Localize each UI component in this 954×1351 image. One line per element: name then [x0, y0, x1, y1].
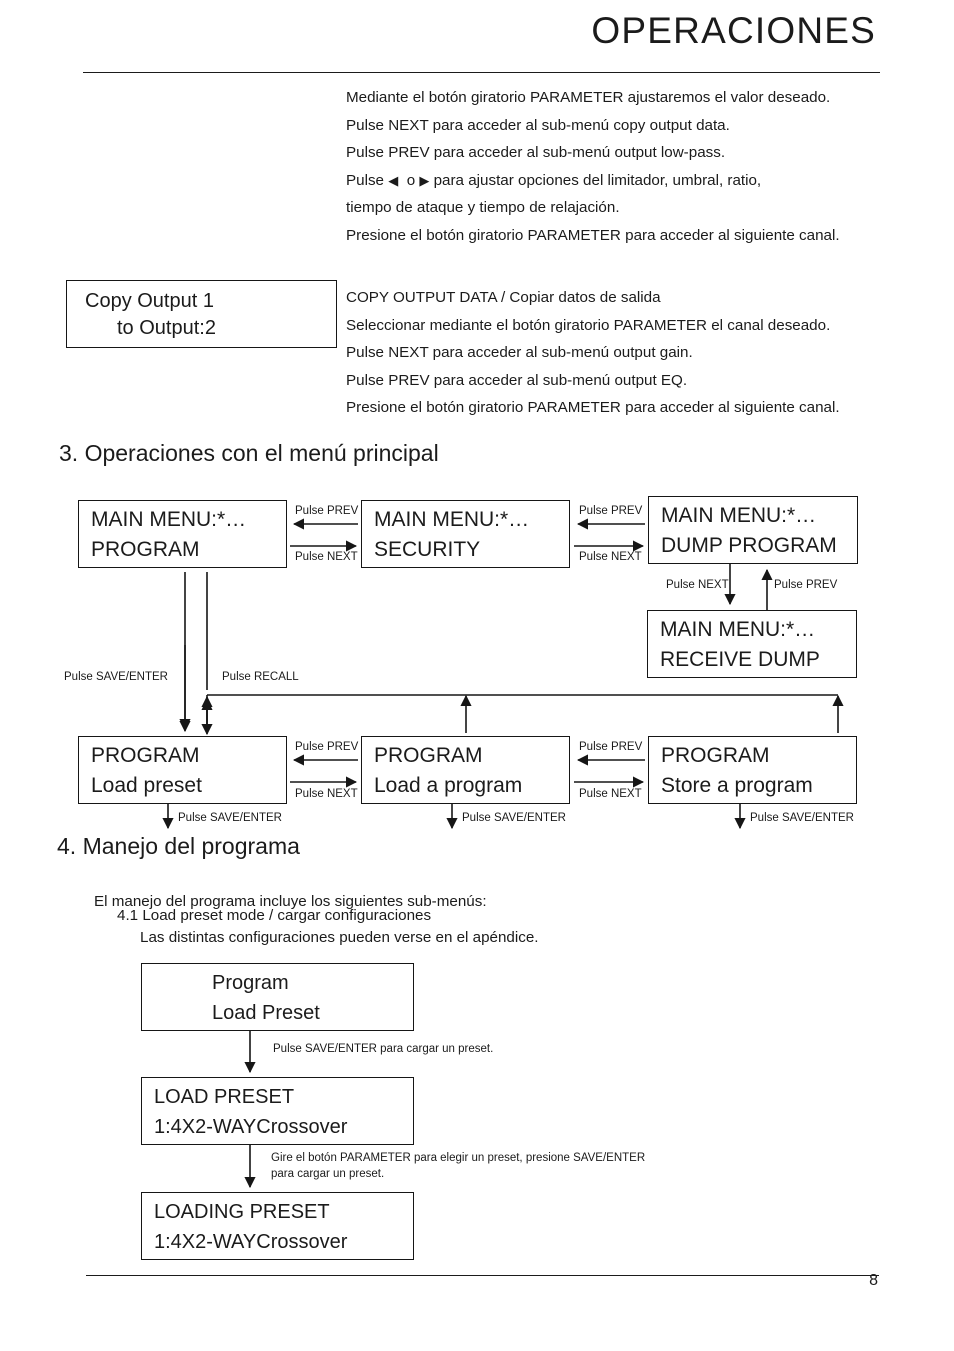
- lcd-line-2: SECURITY: [374, 538, 481, 561]
- connector-label-recall: Pulse RECALL: [222, 671, 299, 683]
- lcd-line-2: Store a program: [661, 774, 813, 797]
- intro-line-6: Presione el botón giratorio PARAMETER pa…: [346, 226, 840, 244]
- connector-label-load-step-2-line-2: para cargar un preset.: [271, 1168, 385, 1180]
- lcd-line-1: MAIN MENU:*…: [661, 504, 817, 527]
- intro-paragraph: Mediante el botón giratorio PARAMETER aj…: [346, 84, 840, 249]
- connector-label-next-1: Pulse NEXT: [295, 551, 358, 563]
- lcd-line-2: Load preset: [91, 774, 202, 797]
- lcd-line-2: RECEIVE DUMP: [660, 648, 820, 671]
- connector-label-prev-1: Pulse PREV: [295, 505, 359, 517]
- lcd-line-2: 1:4X2-WAYCrossover: [154, 1116, 348, 1138]
- document-page: OPERACIONES Mediante el botón giratorio …: [0, 0, 954, 1351]
- connector-label-prev-dump: Pulse PREV: [774, 579, 838, 591]
- section-4-heading: 4. Manejo del programa: [57, 833, 300, 859]
- lcd-box-program-load-preset: PROGRAM Load preset: [78, 736, 287, 804]
- connector-label-load-step-2-line-1: Gire el botón PARAMETER para elegir un p…: [271, 1152, 646, 1164]
- lcd-line-1: Program: [212, 972, 289, 994]
- lcd-line-1: PROGRAM: [91, 744, 200, 767]
- connector-label-load-step-1: Pulse SAVE/ENTER para cargar un preset.: [273, 1043, 494, 1055]
- lcd-line-1: PROGRAM: [661, 744, 770, 767]
- copy-output-text-2: Seleccionar mediante el botón giratorio …: [346, 316, 831, 334]
- page-title: OPERACIONES: [591, 10, 876, 51]
- lcd-line-2: Load Preset: [212, 1002, 320, 1024]
- right-arrow-icon: ▶: [419, 172, 430, 188]
- intro-line-2: Pulse NEXT para acceder al sub-menú copy…: [346, 116, 730, 134]
- lcd-box-load-preset: LOAD PRESET 1:4X2-WAYCrossover: [141, 1077, 414, 1145]
- lcd-line-1: LOAD PRESET: [154, 1086, 295, 1108]
- footer-divider: [86, 1275, 879, 1276]
- intro-line-4-or: o: [406, 171, 416, 189]
- connector-label-prev-2: Pulse PREV: [579, 505, 643, 517]
- section-4-1-text: Las distintas configuraciones pueden ver…: [140, 929, 539, 946]
- connector-label-save-enter-1: Pulse SAVE/ENTER: [178, 812, 282, 824]
- copy-output-line-2: to Output:2: [117, 317, 216, 339]
- connector-label-next-4: Pulse NEXT: [579, 788, 642, 800]
- intro-line-1: Mediante el botón giratorio PARAMETER aj…: [346, 89, 831, 106]
- connector-label-next-3: Pulse NEXT: [295, 788, 358, 800]
- lcd-line-2: PROGRAM: [91, 538, 200, 561]
- copy-output-line-1: Copy Output 1: [85, 290, 214, 312]
- lcd-box-main-menu-dump-program: MAIN MENU:*… DUMP PROGRAM: [648, 496, 858, 564]
- intro-line-4-prefix: Pulse: [346, 171, 384, 189]
- left-arrow-icon: ◀: [388, 172, 399, 188]
- lcd-box-main-menu-security: MAIN MENU:*… SECURITY: [361, 500, 570, 568]
- connector-label-next-dump: Pulse NEXT: [666, 579, 729, 591]
- section-3-heading: 3. Operaciones con el menú principal: [59, 440, 439, 466]
- copy-output-text-5: Presione el botón giratorio PARAMETER pa…: [346, 399, 840, 416]
- copy-output-paragraph: COPY OUTPUT DATA / Copiar datos de salid…: [346, 284, 840, 422]
- lcd-box-loading-preset: LOADING PRESET 1:4X2-WAYCrossover: [141, 1192, 414, 1260]
- copy-output-text-1: COPY OUTPUT DATA / Copiar datos de salid…: [346, 289, 661, 306]
- lcd-line-1: LOADING PRESET: [154, 1201, 330, 1223]
- lcd-box-main-menu-program: MAIN MENU:*… PROGRAM: [78, 500, 287, 568]
- connector-label-prev-3: Pulse PREV: [295, 741, 359, 753]
- lcd-line-2: Load a program: [374, 774, 523, 797]
- connector-label-save-enter-left: Pulse SAVE/ENTER: [64, 671, 168, 683]
- header-divider: [83, 72, 880, 73]
- lcd-line-1: PROGRAM: [374, 744, 483, 767]
- lcd-line-1: MAIN MENU:*…: [374, 508, 530, 531]
- intro-line-4: Pulse ◀ o ▶ para ajustar opciones del li…: [346, 167, 840, 195]
- connector-label-prev-4: Pulse PREV: [579, 741, 643, 753]
- copy-output-text-3: Pulse NEXT para acceder al sub-menú outp…: [346, 344, 693, 361]
- lcd-line-2: 1:4X2-WAYCrossover: [154, 1231, 348, 1253]
- copy-output-text-4: Pulse PREV para acceder al sub-menú outp…: [346, 371, 688, 389]
- lcd-line-2: DUMP PROGRAM: [661, 534, 837, 557]
- lcd-line-1: MAIN MENU:*…: [660, 618, 816, 641]
- intro-line-3: Pulse PREV para acceder al sub-menú outp…: [346, 144, 726, 161]
- connector-label-next-2: Pulse NEXT: [579, 551, 642, 563]
- lcd-box-main-menu-receive-dump: MAIN MENU:*… RECEIVE DUMP: [647, 610, 857, 678]
- intro-line-4-suffix: para ajustar opciones del limitador, umb…: [433, 171, 762, 189]
- connector-label-save-enter-3: Pulse SAVE/ENTER: [750, 812, 854, 824]
- intro-line-5: tiempo de ataque y tiempo de relajación.: [346, 199, 620, 216]
- page-number: 8: [869, 1272, 878, 1289]
- lcd-box-program-load-preset-2: Program Load Preset: [141, 963, 414, 1031]
- connector-label-save-enter-2: Pulse SAVE/ENTER: [462, 812, 566, 824]
- section-4-1-heading: 4.1 Load preset mode / cargar configurac…: [117, 907, 432, 924]
- lcd-box-program-store-a-program: PROGRAM Store a program: [648, 736, 857, 804]
- lcd-box-program-load-a-program: PROGRAM Load a program: [361, 736, 570, 804]
- lcd-line-1: MAIN MENU:*…: [91, 508, 247, 531]
- copy-output-display-box: Copy Output 1 to Output:2: [66, 280, 337, 348]
